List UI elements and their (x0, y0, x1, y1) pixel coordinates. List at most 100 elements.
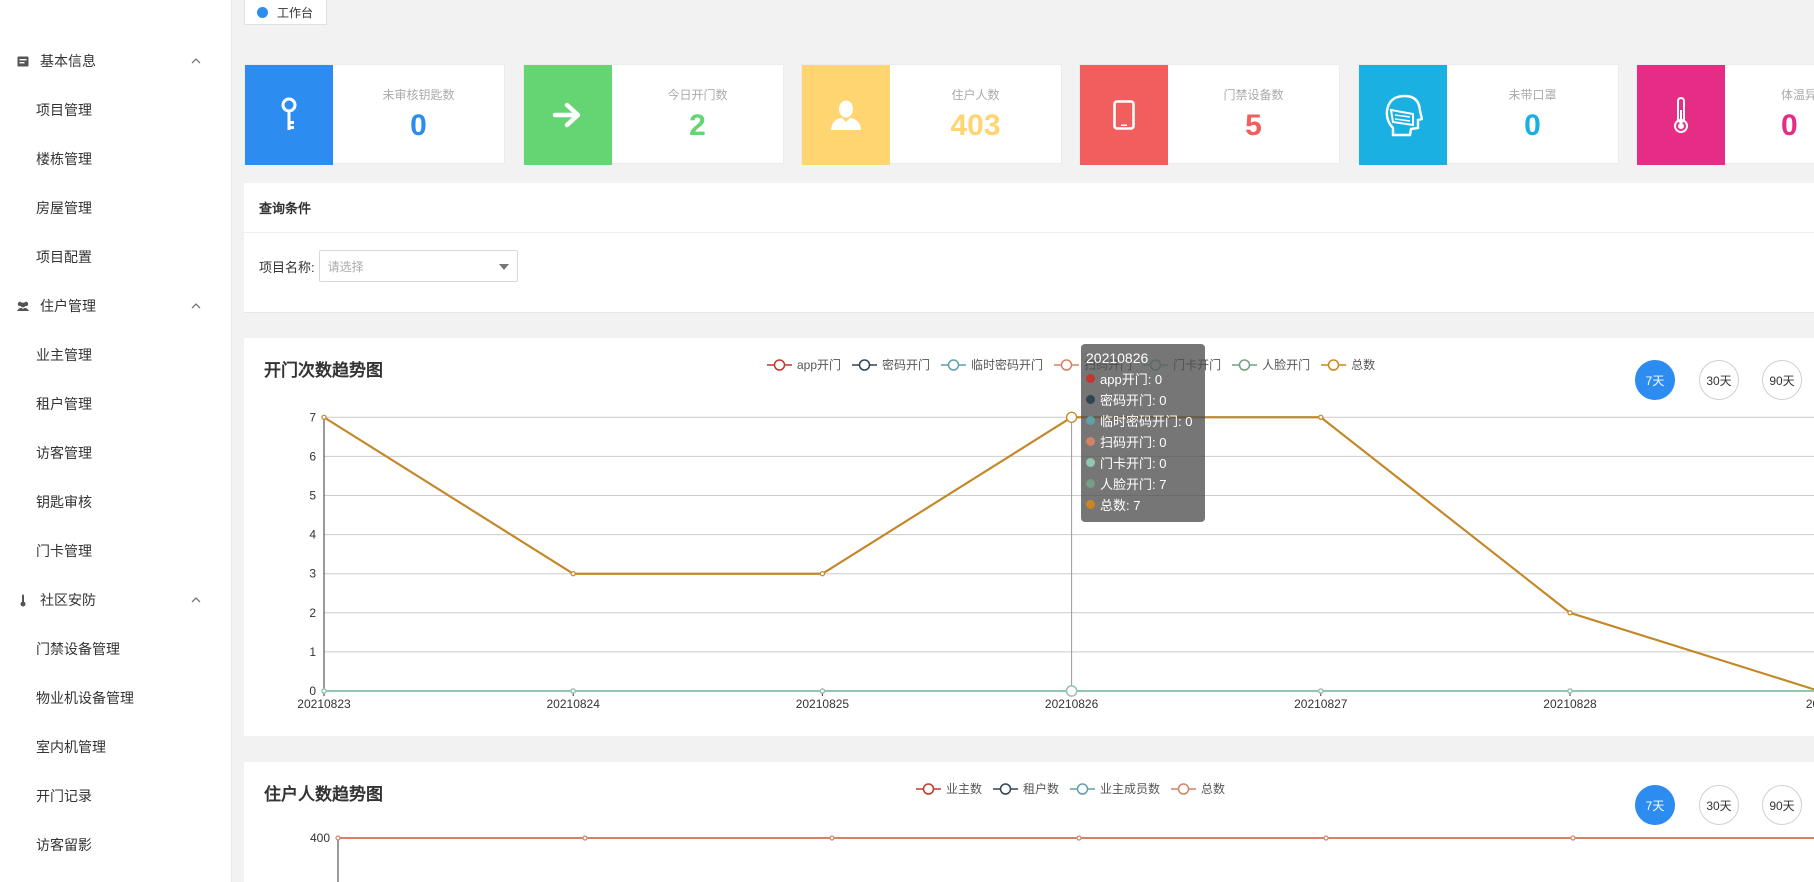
sidebar-item-project-config[interactable]: 项目配置 (0, 237, 232, 277)
legend-swatch (941, 358, 967, 371)
tablet-icon (1080, 65, 1168, 165)
legend-label: 人脸开门 (1262, 358, 1311, 372)
stat-card-no-mask: 未带口罩 0 (1358, 64, 1619, 165)
tab-status-dot (257, 6, 268, 18)
legend-swatch (767, 358, 792, 371)
project-select[interactable]: 请选择 (318, 250, 518, 282)
sidebar-item-tenant[interactable]: 租户管理 (0, 384, 232, 424)
sidebar-item-door-card[interactable]: 门卡管理 (0, 531, 232, 571)
legend-swatch (916, 782, 941, 795)
tooltip-dot (1086, 500, 1095, 509)
stat-label: 体温异常 (1781, 87, 1814, 102)
sidebar-item-house[interactable]: 房屋管理 (0, 188, 232, 228)
legend-label: 业主数 (946, 782, 983, 796)
tooltip-row: 门卡开门: 0 (1100, 456, 1167, 471)
tab-workbench[interactable]: 工作台 (244, 0, 327, 25)
resident-chart-title: 住户人数趋势图 (264, 785, 383, 804)
stat-value: 2 (689, 108, 706, 142)
sidebar-item-access-device[interactable]: 门禁设备管理 (0, 629, 232, 669)
legend-label: 总数 (1201, 782, 1226, 796)
sidebar-group-label: 社区安防 (40, 592, 96, 608)
tooltip-dot (1086, 479, 1095, 488)
caret-down-icon (498, 264, 509, 270)
sidebar-group-label: 基本信息 (40, 53, 96, 69)
sidebar-group-label: 住户管理 (40, 298, 96, 314)
legend-label: 业主成员数 (1100, 782, 1161, 796)
legend-item[interactable]: 租户数 (993, 780, 1059, 797)
tooltip-row: 人脸开门: 7 (1100, 477, 1167, 492)
legend-item[interactable]: 人脸开门 (1232, 356, 1310, 373)
sidebar-item-visitor-photos[interactable]: 访客留影 (0, 825, 232, 865)
stat-label: 未带口罩 (1508, 87, 1557, 102)
thermometer-icon (16, 593, 30, 607)
door-chart-title: 开门次数趋势图 (264, 361, 383, 380)
legend-swatch (1232, 358, 1258, 371)
stat-card-today-openings: 今日开门数 2 (523, 64, 784, 165)
tooltip-row: 总数: 7 (1100, 498, 1141, 513)
tooltip-dot (1086, 395, 1095, 404)
resident-range-30d-button[interactable]: 30天 (1699, 785, 1739, 825)
users-icon (16, 299, 30, 313)
arrow-right-icon (524, 65, 612, 165)
mask-face-icon (1359, 65, 1447, 165)
legend-label: 租户数 (1023, 782, 1060, 796)
sidebar-group-security[interactable]: 社区安防 (0, 580, 232, 620)
legend-label: 临时密码开门 (971, 358, 1044, 372)
sidebar-item-open-records[interactable]: 开门记录 (0, 776, 232, 816)
legend-item[interactable]: 密码开门 (852, 356, 930, 373)
query-title: 查询条件 (244, 183, 1814, 233)
legend-item[interactable]: 业主数 (916, 780, 982, 797)
sidebar-item-indoor-unit[interactable]: 室内机管理 (0, 727, 232, 767)
legend-swatch (1321, 358, 1347, 371)
resident-chart-panel: 住户人数趋势图 业主数 租户数 业主成员数 总数 7天 30天 90天 (244, 762, 1814, 882)
chevron-up-icon (191, 303, 201, 309)
chart-tooltip: 20210826 app开门: 0 密码开门: 0 临时密码开门: 0 扫码开门… (1081, 344, 1205, 522)
stat-value: 0 (1781, 108, 1798, 142)
legend-item[interactable]: 总数 (1171, 780, 1225, 797)
legend-swatch (1171, 782, 1197, 795)
tooltip-title: 20210826 (1086, 350, 1149, 366)
chevron-up-icon (191, 597, 201, 603)
stat-value: 403 (950, 108, 1001, 142)
sidebar-item-key-review[interactable]: 钥匙审核 (0, 482, 232, 522)
sidebar-item-project[interactable]: 项目管理 (0, 90, 232, 130)
project-select-placeholder: 请选择 (327, 259, 364, 274)
tooltip-row: 临时密码开门: 0 (1100, 414, 1193, 429)
door-chart-legend: app开门密码开门临时密码开门扫码开门门卡开门人脸开门总数 (767, 356, 1386, 373)
resident-range-90d-button[interactable]: 90天 (1762, 785, 1802, 825)
project-name-label: 项目名称: (259, 259, 315, 275)
tooltip-dot (1086, 458, 1095, 467)
legend-label: 密码开门 (882, 358, 931, 372)
tooltip-dot (1086, 416, 1095, 425)
legend-item[interactable]: app开门 (767, 356, 841, 373)
resident-range-7d-button[interactable]: 7天 (1635, 785, 1675, 825)
legend-swatch (993, 782, 1019, 795)
legend-label: app开门 (797, 358, 842, 372)
stat-card-access-devices: 门禁设备数 5 (1079, 64, 1340, 165)
legend-item[interactable]: 临时密码开门 (941, 356, 1043, 373)
legend-item[interactable]: 业主成员数 (1070, 780, 1160, 797)
door-range-30d-button[interactable]: 30天 (1699, 360, 1739, 400)
sidebar-group-basic-info[interactable]: 基本信息 (0, 41, 232, 81)
sidebar-item-property-device[interactable]: 物业机设备管理 (0, 678, 232, 718)
tooltip-row: app开门: 0 (1100, 372, 1163, 387)
legend-label: 总数 (1351, 358, 1376, 372)
legend-swatch (1054, 358, 1080, 371)
legend-item[interactable]: 总数 (1321, 356, 1375, 373)
sidebar-item-visitor[interactable]: 访客管理 (0, 433, 232, 473)
door-range-7d-button[interactable]: 7天 (1635, 360, 1675, 400)
sidebar-group-residents[interactable]: 住户管理 (0, 286, 232, 326)
sidebar-item-building[interactable]: 楼栋管理 (0, 139, 232, 179)
key-icon (245, 65, 333, 165)
door-range-90d-button[interactable]: 90天 (1762, 360, 1802, 400)
stat-card-residents: 住户人数 403 (801, 64, 1062, 165)
sidebar-item-owner[interactable]: 业主管理 (0, 335, 232, 375)
legend-swatch (852, 358, 878, 371)
legend-swatch (1070, 782, 1096, 795)
query-panel: 查询条件 项目名称: 请选择 (244, 183, 1814, 313)
stat-card-unreviewed-keys: 未审核钥匙数 0 (244, 64, 505, 165)
sidebar: 基本信息 项目管理 楼栋管理 房屋管理 项目配置 住户管理 业主管理 租户管理 … (0, 0, 232, 882)
tab-label: 工作台 (277, 5, 314, 20)
chevron-up-icon (191, 58, 201, 64)
resident-chart-legend: 业主数 租户数 业主成员数 总数 (916, 780, 1236, 797)
